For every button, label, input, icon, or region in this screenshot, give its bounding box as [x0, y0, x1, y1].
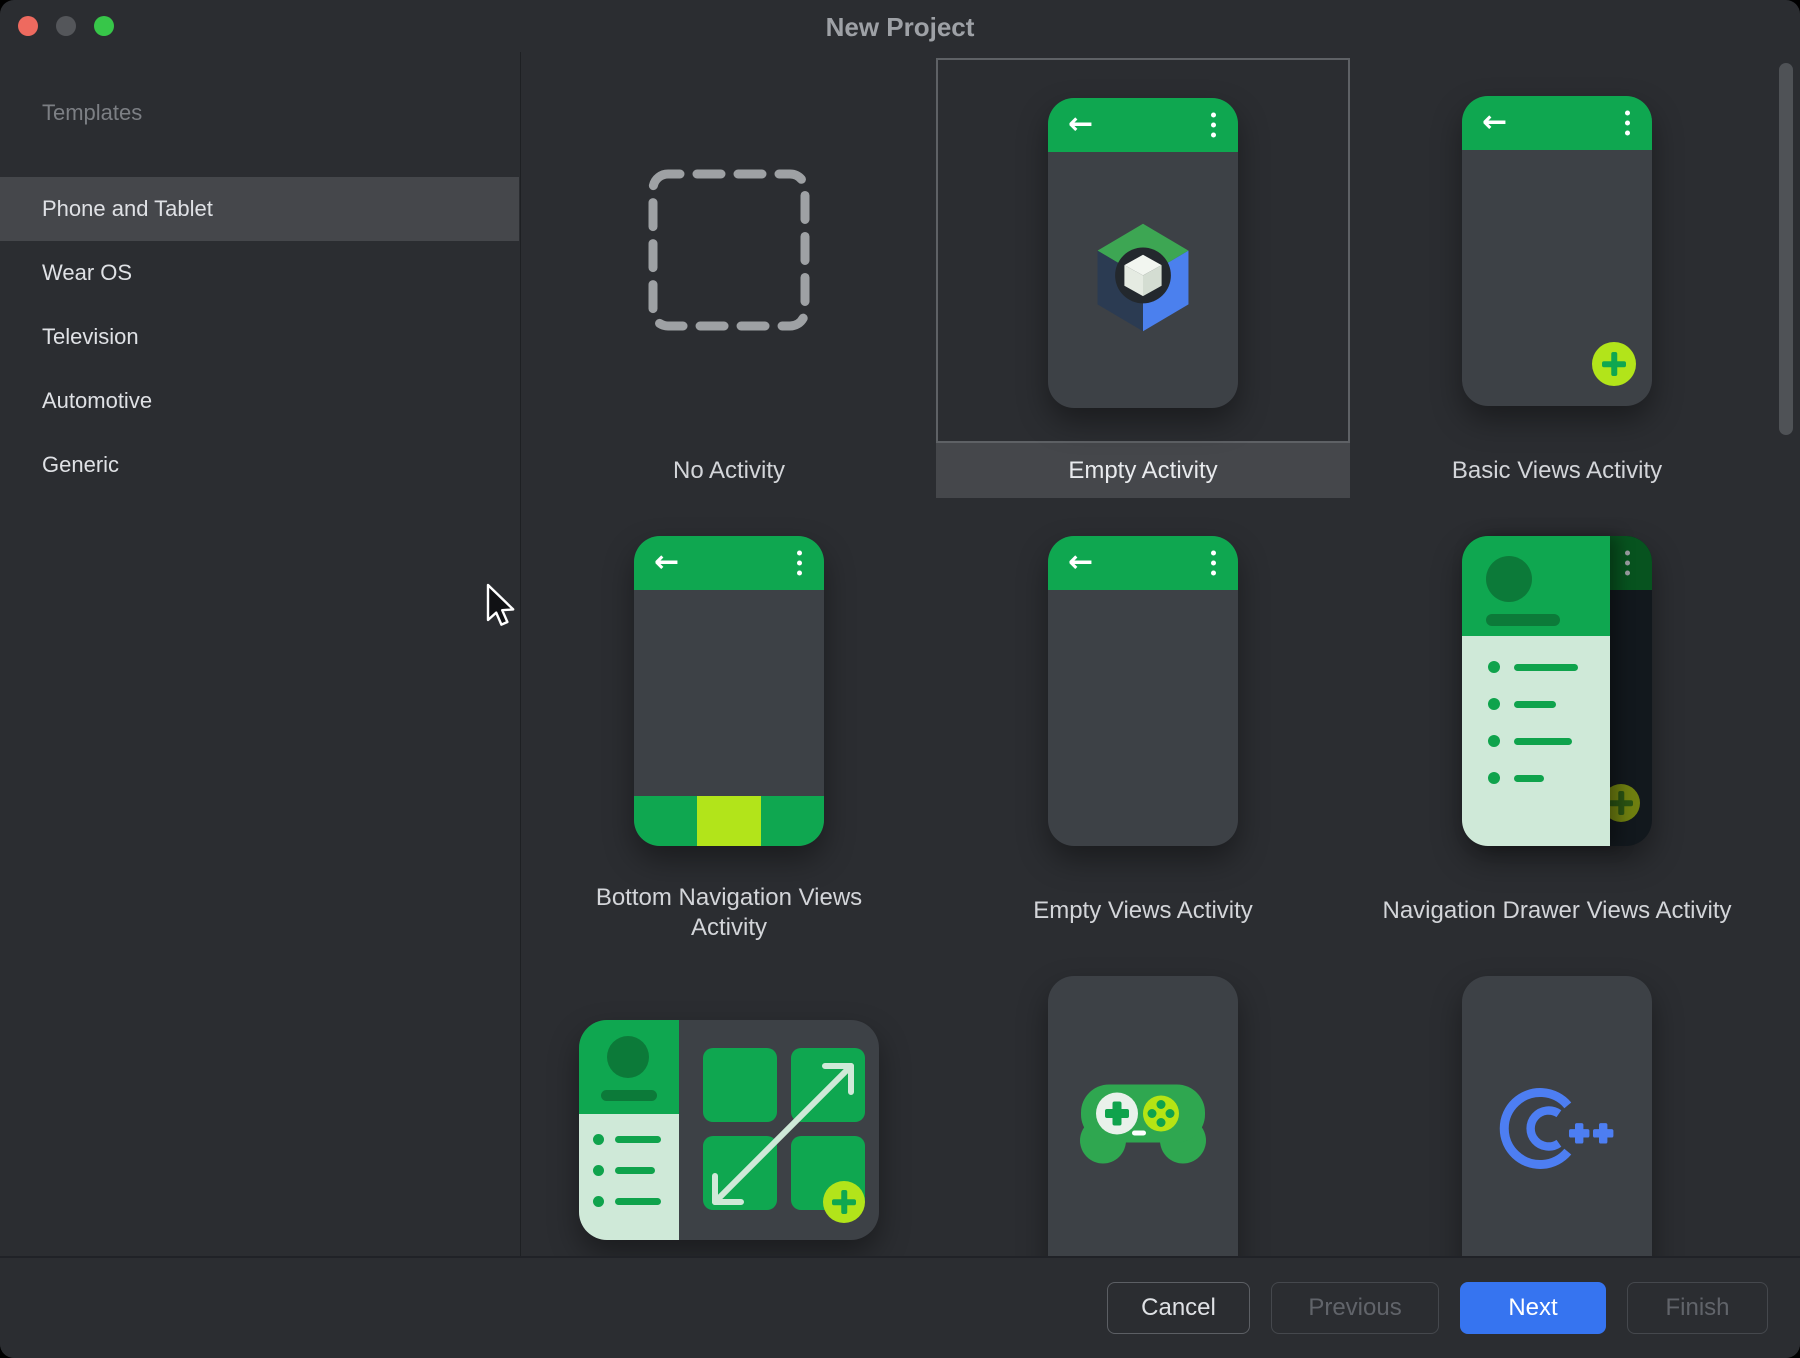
templates-sidebar: Templates Phone and Tablet Wear OS Telev… [0, 52, 521, 1256]
template-card-no-activity[interactable]: No Activity [522, 58, 936, 498]
template-label: Basic Views Activity [1350, 443, 1764, 498]
drawer-list-item [1488, 735, 1610, 747]
cpp-icon [1497, 1087, 1617, 1176]
avatar-icon [607, 1036, 649, 1078]
new-project-dialog: New Project Templates Phone and Tablet W… [0, 0, 1800, 1358]
sidebar-items: Phone and Tablet Wear OS Television Auto… [0, 177, 519, 497]
sidebar-item-phone-and-tablet[interactable]: Phone and Tablet [0, 177, 519, 241]
nav-drawer [1462, 536, 1610, 846]
kebab-menu-icon [1211, 551, 1216, 576]
kebab-menu-icon [1625, 111, 1630, 136]
back-arrow-icon: ← [1068, 547, 1093, 577]
fab-add-icon [823, 1181, 865, 1223]
template-label: Empty Views Activity [936, 883, 1350, 938]
phone-mockup: ← [1462, 96, 1652, 406]
dialog-title: New Project [0, 0, 1800, 52]
template-card-native-cpp[interactable] [1350, 938, 1764, 1256]
template-label: Navigation Drawer Views Activity [1350, 883, 1764, 938]
sidebar-item-automotive[interactable]: Automotive [0, 369, 519, 433]
template-label: Bottom Navigation Views Activity [522, 883, 936, 943]
bottom-nav-bar [634, 796, 824, 846]
template-card-adaptive-views-activity[interactable] [522, 938, 936, 1256]
sidebar-item-wear-os[interactable]: Wear OS [0, 241, 519, 305]
kebab-menu-icon [797, 551, 802, 576]
cancel-button[interactable]: Cancel [1107, 1282, 1250, 1334]
kebab-menu-icon [1211, 113, 1216, 138]
title-bar: New Project [0, 0, 1800, 52]
app-bar: ← [1048, 536, 1238, 590]
app-bar: ← [1462, 96, 1652, 150]
phone-mockup: ← [634, 536, 824, 846]
name-placeholder-bar [601, 1090, 657, 1101]
sidebar-item-television[interactable]: Television [0, 305, 519, 369]
sidebar-header: Templates [42, 100, 142, 126]
drawer-list-item [593, 1196, 679, 1207]
phone-mockup: ← [1048, 536, 1238, 846]
tablet-mockup [579, 1020, 879, 1240]
drawer-list-item [593, 1165, 679, 1176]
back-arrow-icon: ← [1482, 107, 1507, 137]
drawer-list-item [593, 1134, 679, 1145]
template-card-basic-views-activity[interactable]: ← Basic Views Activity [1350, 58, 1764, 498]
app-bar: ← [634, 536, 824, 590]
next-button[interactable]: Next [1460, 1282, 1606, 1334]
template-label: Empty Activity [936, 443, 1350, 498]
previous-button[interactable]: Previous [1271, 1282, 1439, 1334]
avatar-icon [1486, 556, 1532, 602]
name-placeholder-bar [1486, 614, 1560, 626]
template-label: No Activity [522, 443, 936, 498]
template-card-bottom-navigation-views-activity[interactable]: ← Bottom Navigation Views Activity [522, 498, 936, 938]
gamepad-icon [1073, 1081, 1213, 1176]
back-arrow-icon: ← [654, 547, 679, 577]
phone-mockup [1048, 976, 1238, 1256]
drawer-list-item [1488, 698, 1610, 710]
app-bar: ← [1048, 98, 1238, 152]
tablet-nav-panel [579, 1020, 679, 1240]
kebab-menu-icon [1625, 551, 1630, 576]
phone-mockup [1462, 976, 1652, 1256]
dialog-footer: Cancel Previous Next Finish [0, 1256, 1800, 1358]
scrollbar-thumb[interactable] [1779, 63, 1793, 435]
phone-mockup [1462, 536, 1652, 846]
no-activity-dashed-frame-icon [644, 165, 814, 340]
drawer-list-item [1488, 661, 1610, 673]
template-grid: No Activity ← [522, 52, 1764, 1256]
template-card-empty-views-activity[interactable]: ← Empty Views Activity [936, 498, 1350, 938]
back-arrow-icon: ← [1068, 109, 1093, 139]
phone-mockup: ← [1048, 98, 1238, 408]
finish-button[interactable]: Finish [1627, 1282, 1768, 1334]
drawer-list-item [1488, 772, 1610, 784]
sidebar-item-generic[interactable]: Generic [0, 433, 519, 497]
template-card-navigation-drawer-views-activity[interactable]: Navigation Drawer Views Activity [1350, 498, 1764, 938]
fab-add-icon [1592, 342, 1636, 386]
template-card-empty-activity[interactable]: ← [936, 58, 1350, 498]
template-card-game-activity[interactable] [936, 938, 1350, 1256]
jetpack-compose-logo-icon [1081, 216, 1205, 345]
